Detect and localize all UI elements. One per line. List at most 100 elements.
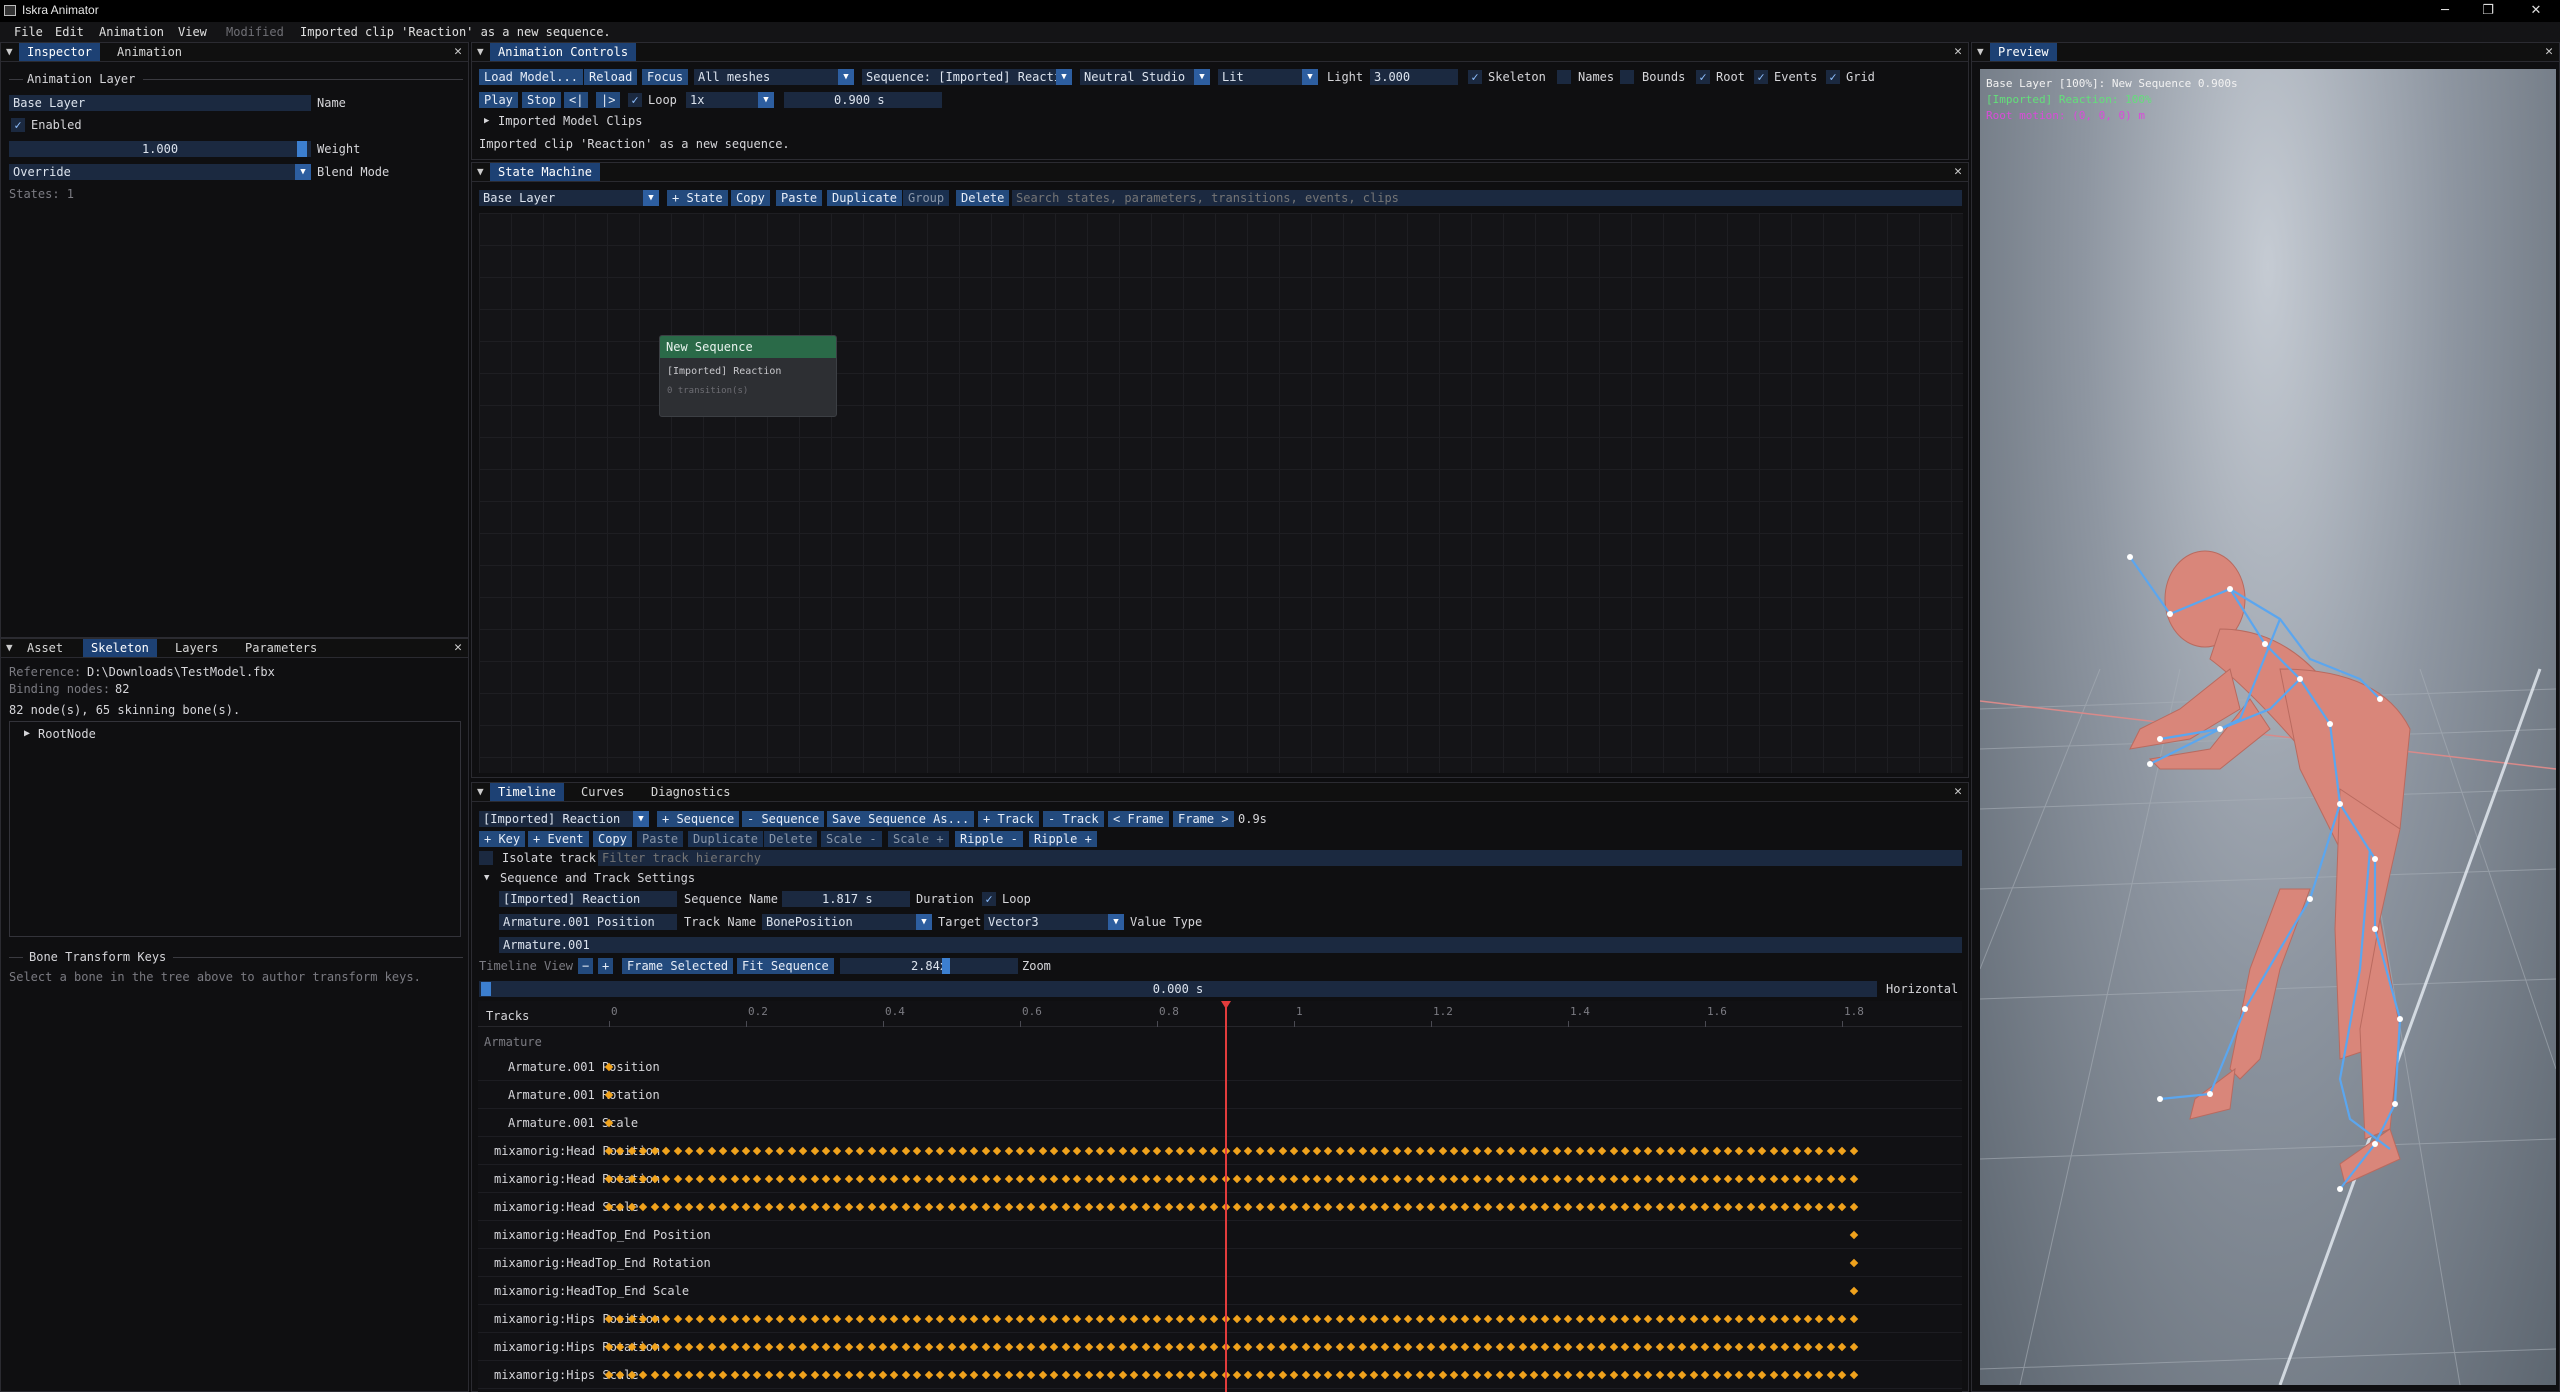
keyframe-marker[interactable] — [1198, 1342, 1208, 1352]
tab-asset[interactable]: Asset — [19, 639, 71, 657]
keyframe-marker[interactable] — [1483, 1146, 1493, 1156]
keyframe-marker[interactable] — [753, 1146, 762, 1156]
keyframe-marker[interactable] — [947, 1174, 956, 1184]
keyframe-marker[interactable] — [1426, 1202, 1436, 1212]
track-row[interactable]: mixamorig:Head Scale — [478, 1193, 1962, 1221]
keyframe-marker[interactable] — [1130, 1314, 1139, 1324]
keyframe-marker[interactable] — [1849, 1314, 1858, 1324]
keyframe-marker[interactable] — [1404, 1174, 1413, 1184]
keyframe-marker[interactable] — [1461, 1370, 1470, 1380]
keyframe-marker[interactable] — [901, 1370, 911, 1380]
keyframe-marker[interactable] — [1244, 1314, 1253, 1324]
keyframe-marker[interactable] — [707, 1174, 717, 1184]
keyframe-marker[interactable] — [1541, 1202, 1550, 1212]
keyframe-marker[interactable] — [1346, 1342, 1356, 1352]
keyframe-marker[interactable] — [1381, 1202, 1390, 1212]
remove-track-button[interactable]: - Track — [1043, 811, 1104, 827]
skeleton-tree[interactable]: ▶ RootNode — [9, 721, 461, 937]
keyframe-marker[interactable] — [992, 1342, 1002, 1352]
keyframe-marker[interactable] — [1541, 1370, 1550, 1380]
keyframe-marker[interactable] — [1815, 1202, 1824, 1212]
keyframe-marker[interactable] — [1746, 1370, 1756, 1380]
keyframe-marker[interactable] — [1506, 1146, 1516, 1156]
keyframe-marker[interactable] — [844, 1146, 854, 1156]
keyframe-marker[interactable] — [1495, 1174, 1504, 1184]
keyframe-marker[interactable] — [753, 1174, 762, 1184]
keyframe-marker[interactable] — [833, 1342, 842, 1352]
keyframe-marker[interactable] — [764, 1314, 774, 1324]
keyframe-marker[interactable] — [1632, 1174, 1641, 1184]
keyframe-marker[interactable] — [1358, 1342, 1367, 1352]
keyframe-marker[interactable] — [684, 1342, 694, 1352]
keyframe-marker[interactable] — [1061, 1174, 1070, 1184]
keyframe-marker[interactable] — [1209, 1174, 1219, 1184]
keyframe-marker[interactable] — [798, 1202, 808, 1212]
keyframe-marker[interactable] — [1004, 1370, 1013, 1380]
play-button[interactable]: Play — [479, 92, 518, 108]
keyframe-marker[interactable] — [1483, 1370, 1493, 1380]
keyframe-marker[interactable] — [1415, 1202, 1424, 1212]
keyframe-marker[interactable] — [890, 1342, 899, 1352]
keyframe-marker[interactable] — [661, 1146, 671, 1156]
keyframe-marker[interactable] — [1061, 1370, 1070, 1380]
keyframe-marker[interactable] — [1015, 1146, 1025, 1156]
playhead[interactable] — [1220, 1001, 1231, 1392]
keyframe-marker[interactable] — [981, 1146, 991, 1156]
keyframe-marker[interactable] — [1678, 1202, 1687, 1212]
menu-file[interactable]: File — [14, 25, 43, 39]
keyframe-marker[interactable] — [1335, 1314, 1345, 1324]
keyframe-marker[interactable] — [1209, 1314, 1219, 1324]
keyframe-marker[interactable] — [1415, 1370, 1424, 1380]
keyframe-marker[interactable] — [1072, 1174, 1082, 1184]
keyframe-marker[interactable] — [1780, 1202, 1790, 1212]
keyframe-marker[interactable] — [1483, 1342, 1493, 1352]
keyframe-marker[interactable] — [1586, 1146, 1596, 1156]
keyframe-marker[interactable] — [707, 1146, 717, 1156]
close-window-button[interactable]: ✕ — [2516, 1, 2556, 21]
keyframe-marker[interactable] — [1152, 1174, 1162, 1184]
menu-edit[interactable]: Edit — [55, 25, 84, 39]
keyframe-marker[interactable] — [730, 1146, 739, 1156]
keyframe-marker[interactable] — [1609, 1146, 1619, 1156]
keyframe-marker[interactable] — [1061, 1146, 1070, 1156]
keyframe-marker[interactable] — [1152, 1202, 1162, 1212]
keyframe-marker[interactable] — [1369, 1146, 1379, 1156]
keyframe-marker[interactable] — [1723, 1342, 1733, 1352]
value-type-select[interactable]: Vector3 ▼ — [984, 914, 1124, 930]
keyframe-marker[interactable] — [1278, 1370, 1287, 1380]
keyframe-marker[interactable] — [970, 1202, 979, 1212]
keyframe-marker[interactable] — [639, 1202, 648, 1212]
keyframe-marker[interactable] — [1746, 1202, 1756, 1212]
keyframe-marker[interactable] — [844, 1202, 854, 1212]
keyframe-marker[interactable] — [981, 1314, 991, 1324]
keyframe-marker[interactable] — [1038, 1202, 1048, 1212]
keyframe-marker[interactable] — [1267, 1146, 1276, 1156]
keyframe-marker[interactable] — [1666, 1146, 1676, 1156]
keyframe-marker[interactable] — [1015, 1174, 1025, 1184]
keyframe-marker[interactable] — [639, 1370, 648, 1380]
keyframe-marker[interactable] — [833, 1314, 842, 1324]
keyframe-marker[interactable] — [1324, 1314, 1333, 1324]
track-row[interactable]: mixamorig:Hips Position — [478, 1305, 1962, 1333]
keyframe-marker[interactable] — [1689, 1146, 1699, 1156]
keyframe-marker[interactable] — [1826, 1370, 1836, 1380]
keyframe-marker[interactable] — [1678, 1146, 1687, 1156]
keyframe-marker[interactable] — [1141, 1314, 1150, 1324]
keyframe-marker[interactable] — [1107, 1342, 1116, 1352]
add-track-button[interactable]: + Track — [978, 811, 1039, 827]
keyframe-marker[interactable] — [776, 1202, 785, 1212]
keyframe-marker[interactable] — [1038, 1370, 1048, 1380]
keyframe-marker[interactable] — [1392, 1146, 1402, 1156]
group-button[interactable]: Group — [903, 190, 950, 206]
keyframe-marker[interactable] — [1849, 1370, 1858, 1380]
keyframe-marker[interactable] — [913, 1370, 922, 1380]
keyframe-marker[interactable] — [1312, 1370, 1322, 1380]
keyframe-marker[interactable] — [1369, 1202, 1379, 1212]
keyframe-marker[interactable] — [1369, 1370, 1379, 1380]
keyframe-marker[interactable] — [890, 1202, 899, 1212]
keyframe-marker[interactable] — [1529, 1342, 1539, 1352]
keyframe-marker[interactable] — [1278, 1342, 1287, 1352]
keyframe-marker[interactable] — [1769, 1174, 1778, 1184]
keyframe-marker[interactable] — [1198, 1146, 1208, 1156]
keyframe-marker[interactable] — [1769, 1146, 1778, 1156]
